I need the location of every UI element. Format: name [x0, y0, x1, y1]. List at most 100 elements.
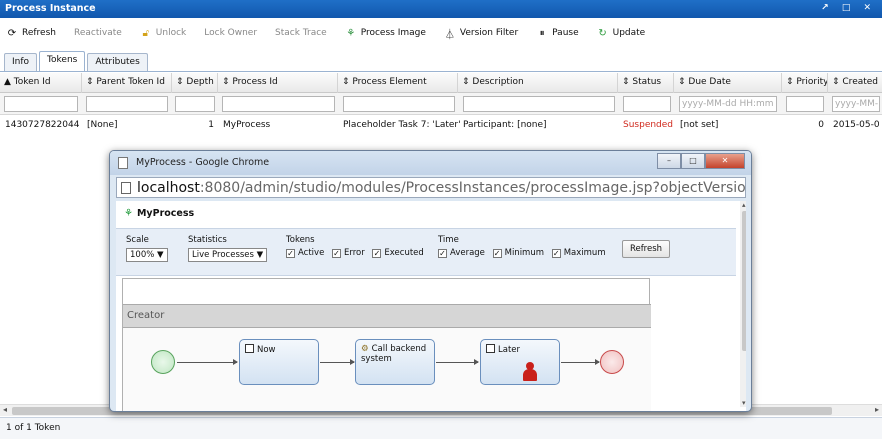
minimum-checkbox[interactable]: ✓ Minimum	[492, 248, 544, 258]
reactivate-button[interactable]: Reactivate	[74, 28, 122, 38]
sequence-flow	[177, 359, 238, 365]
filter-depth[interactable]	[175, 96, 215, 112]
task-now[interactable]: Now	[239, 339, 319, 385]
filter-description[interactable]	[463, 96, 615, 112]
active-checkbox[interactable]: ✓ Active	[286, 248, 324, 258]
lock-owner-button[interactable]: Lock Owner	[204, 28, 257, 38]
task-placeholder-icon	[245, 344, 254, 353]
column-description[interactable]: ⇕ Description	[458, 73, 618, 93]
version-filter-button[interactable]: ⏃ Version Filter	[444, 26, 518, 41]
scroll-right-icon[interactable]: ▸	[875, 405, 879, 414]
filter-priority[interactable]	[786, 96, 824, 112]
column-process-id[interactable]: ⇕ Process Id	[218, 73, 338, 93]
lane-creator: Creator	[123, 304, 651, 328]
average-checkbox[interactable]: ✓ Average	[438, 248, 485, 258]
process-image-button[interactable]: ⚘ Process Image	[345, 28, 426, 39]
refresh-button[interactable]: ⟳ Refresh	[6, 28, 56, 39]
statistics-label: Statistics	[188, 235, 227, 245]
filter-created[interactable]: yyyy-MM-	[832, 96, 880, 112]
filter-token-id[interactable]	[4, 96, 78, 112]
options-panel: Scale 100% ▼ Statistics Live Processes ▼…	[116, 228, 736, 276]
cell-due-date: [not set]	[680, 120, 719, 130]
page-icon	[121, 182, 131, 194]
cell-created: 2015-05-0	[833, 120, 880, 130]
popup-title-bar: MyProcess - Google Chrome – □ ✕	[110, 151, 751, 175]
table-row[interactable]: 1430727822044 [None] 1 MyProcess Placeho…	[0, 117, 882, 135]
scroll-up-icon[interactable]: ▴	[742, 201, 746, 209]
minimize-icon[interactable]: –	[657, 153, 681, 169]
update-icon: ↻	[598, 27, 607, 39]
service-task-icon: ⚙	[361, 344, 369, 354]
update-button[interactable]: ↻ Update	[597, 27, 645, 39]
column-process-element[interactable]: ⇕ Process Element	[338, 73, 458, 93]
scale-group: Scale 100% ▼	[126, 235, 168, 262]
pause-button[interactable]: ⏸︎ Pause	[536, 28, 579, 39]
start-event[interactable]	[151, 350, 175, 374]
tokens-group: Tokens ✓ Active ✓ Error ✓ Executed	[286, 235, 429, 259]
diagram-refresh-button[interactable]: Refresh	[622, 240, 670, 258]
page-title: ⚘ MyProcess	[124, 208, 195, 219]
column-status[interactable]: ⇕ Status	[618, 73, 674, 93]
cell-depth: 1	[208, 120, 214, 130]
sequence-flow	[320, 359, 355, 365]
task-call-backend-system[interactable]: ⚙ Call backend system	[355, 339, 435, 385]
filter-icon: ⏃	[444, 29, 455, 41]
filter-process-id[interactable]	[222, 96, 335, 112]
maximize-icon[interactable]: □	[681, 153, 705, 169]
column-token-id[interactable]: ▲ Token Id	[0, 73, 82, 93]
end-event[interactable]	[600, 350, 624, 374]
cell-parent-token-id: [None]	[87, 120, 118, 130]
column-depth[interactable]: ⇕ Depth	[172, 73, 218, 93]
token-marker-icon	[523, 362, 537, 382]
url-bar[interactable]: localhost:8080/admin/studio/modules/Proc…	[116, 177, 746, 198]
error-checkbox[interactable]: ✓ Error	[332, 248, 365, 258]
token-count: 1 of 1 Token	[6, 423, 61, 433]
scale-select[interactable]: 100% ▼	[126, 248, 168, 262]
cell-token-id: 1430727822044	[5, 120, 80, 130]
tab-tokens[interactable]: Tokens	[39, 51, 86, 71]
popup-window-controls: – □ ✕	[657, 153, 745, 169]
unlock-button[interactable]: 🔓︎ Unlock	[140, 28, 187, 39]
process-image-page: ⚘ MyProcess Scale 100% ▼ Statistics Live…	[116, 201, 746, 411]
cell-priority: 0	[818, 120, 824, 130]
task-later[interactable]: Later	[480, 339, 560, 385]
maximum-checkbox[interactable]: ✓ Maximum	[551, 248, 606, 258]
statistics-select[interactable]: Live Processes ▼	[188, 248, 268, 262]
column-priority[interactable]: ⇕ Priority	[782, 73, 828, 93]
process-diagram-icon: ⚘	[124, 208, 133, 219]
tab-info[interactable]: Info	[4, 53, 38, 71]
check-icon: ✓	[438, 248, 447, 258]
filter-status[interactable]	[623, 96, 671, 112]
check-icon: ✓	[492, 248, 502, 258]
column-due-date[interactable]: ⇕ Due Date	[674, 73, 782, 93]
filter-parent-token-id[interactable]	[86, 96, 168, 112]
executed-checkbox[interactable]: ✓ Executed	[372, 248, 424, 258]
check-icon: ✓	[551, 248, 561, 258]
url-host: localhost	[137, 180, 200, 196]
filter-process-element[interactable]	[343, 96, 455, 112]
close-icon[interactable]: ✕	[705, 153, 745, 169]
time-label: Time	[438, 235, 459, 245]
window-title-bar: Process Instance ↗ □ ✕	[0, 0, 882, 18]
filter-row: yyyy-MM-dd HH:mm yyyy-MM-	[0, 93, 882, 115]
vertical-scrollbar[interactable]: ▴ ▾	[740, 201, 746, 407]
window-controls[interactable]: ↗ □ ✕	[821, 3, 876, 13]
statistics-group: Statistics Live Processes ▼	[188, 235, 268, 262]
process-diagram-icon: ⚘	[346, 27, 356, 39]
sequence-flow	[561, 359, 600, 365]
scrollbar-thumb[interactable]	[742, 211, 746, 351]
column-created[interactable]: ⇕ Created	[828, 73, 882, 93]
column-parent-token-id[interactable]: ⇕ Parent Token Id	[82, 73, 172, 93]
window-title: Process Instance	[5, 3, 96, 14]
scale-label: Scale	[126, 235, 149, 245]
stack-trace-button[interactable]: Stack Trace	[275, 28, 327, 38]
url-path: :8080/admin/studio/modules/ProcessInstan…	[199, 180, 746, 196]
scroll-left-icon[interactable]: ◂	[3, 405, 7, 414]
tab-attributes[interactable]: Attributes	[87, 53, 148, 71]
cell-description: Participant: [none]	[463, 120, 547, 130]
tokens-label: Tokens	[286, 235, 315, 245]
refresh-icon: ⟳	[7, 27, 17, 39]
cell-status: Suspended	[623, 120, 674, 130]
scroll-down-icon[interactable]: ▾	[742, 399, 746, 407]
filter-due-date[interactable]: yyyy-MM-dd HH:mm	[679, 96, 777, 112]
